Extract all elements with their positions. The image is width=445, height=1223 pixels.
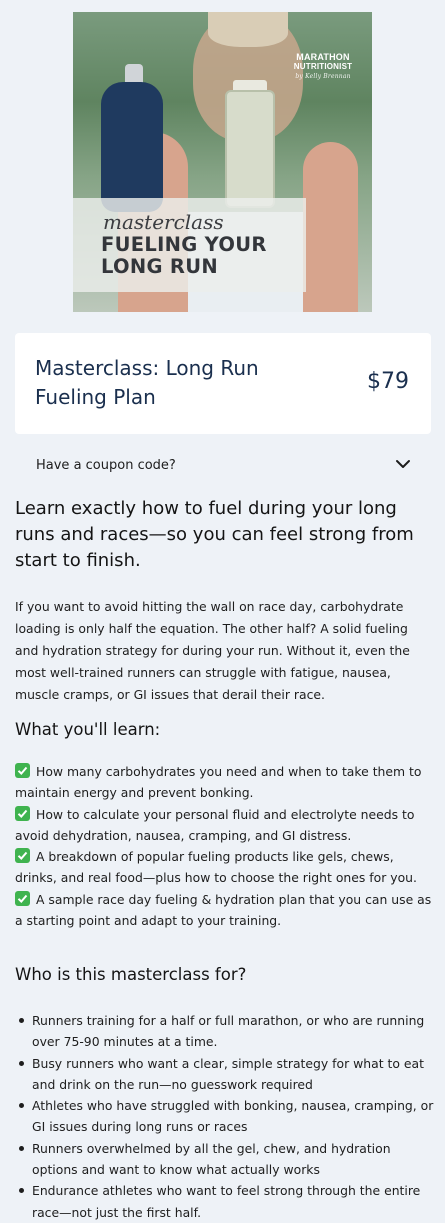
intro-heading: Learn exactly how to fuel during your lo… <box>15 498 414 571</box>
who-heading: Who is this masterclass for? <box>15 965 247 984</box>
list-item-text: Endurance athletes who want to feel stro… <box>32 1183 421 1220</box>
bullet-icon <box>19 1018 24 1023</box>
learn-list: How many carbohydrates you need and when… <box>15 761 435 931</box>
product-price: $79 <box>367 369 409 394</box>
product-hero-image: MARATHON NUTRITIONIST by Kelly Brennan m… <box>73 12 372 312</box>
list-item: Athletes who have struggled with bonking… <box>15 1095 435 1138</box>
learn-item: A breakdown of popular fueling products … <box>15 846 435 889</box>
hero-script-word: masterclass <box>103 210 224 234</box>
who-list: Runners training for a half or full mara… <box>15 1010 435 1223</box>
check-mark-icon <box>15 805 30 821</box>
runner-hair <box>208 12 288 47</box>
intro-paragraph: If you want to avoid hitting the wall on… <box>15 599 410 702</box>
list-item-text: Athletes who have struggled with bonking… <box>32 1098 434 1135</box>
product-title: Masterclass: Long Run Fueling Plan <box>35 356 259 409</box>
bullet-icon <box>19 1060 24 1066</box>
brand-line2: NUTRITIONIST <box>293 62 353 71</box>
chevron-down-icon[interactable] <box>395 457 411 471</box>
list-item-text: Runners overwhelmed by all the gel, chew… <box>32 1140 391 1178</box>
learn-item-text: How many carbohydrates you need and when… <box>15 764 422 801</box>
learn-heading: What you'll learn: <box>15 720 161 739</box>
list-item-text: Busy runners who want a clear, simple st… <box>32 1055 424 1092</box>
learn-item-text: How to calculate your personal fluid and… <box>15 806 415 843</box>
hero-headline: FUELING YOUR LONG RUN <box>101 234 311 278</box>
gel-bottle <box>225 90 275 208</box>
brand-script: by Kelly Brennan <box>295 73 351 80</box>
bullet-icon <box>19 1103 24 1109</box>
check-mark-icon <box>15 848 30 864</box>
learn-item: How to calculate your personal fluid and… <box>15 804 435 847</box>
learn-item: How many carbohydrates you need and when… <box>15 761 435 804</box>
coupon-toggle[interactable]: Have a coupon code? <box>15 448 431 482</box>
learn-item-text: A breakdown of popular fueling products … <box>15 849 417 886</box>
list-item-text: Runners training for a half or full mara… <box>32 1013 425 1050</box>
soft-flask-bottle <box>101 82 163 212</box>
product-card: Masterclass: Long Run Fueling Plan $79 <box>15 333 431 434</box>
hero-headline-line1: FUELING YOUR <box>101 233 267 256</box>
bullet-icon <box>19 1145 24 1151</box>
brand-line1: MARATHON <box>296 52 350 62</box>
learn-item: A sample race day fueling & hydration pl… <box>15 889 435 932</box>
coupon-label: Have a coupon code? <box>36 458 176 473</box>
bullet-icon <box>19 1188 24 1194</box>
hero-headline-line2: LONG RUN <box>101 255 218 278</box>
check-mark-icon <box>15 763 30 778</box>
list-item: Endurance athletes who want to feel stro… <box>15 1180 435 1223</box>
list-item: Runners overwhelmed by all the gel, chew… <box>15 1138 435 1181</box>
learn-item-text: A sample race day fueling & hydration pl… <box>15 891 432 929</box>
list-item: Busy runners who want a clear, simple st… <box>15 1053 435 1096</box>
list-item: Runners training for a half or full mara… <box>15 1010 435 1053</box>
runner-right-arm <box>303 142 358 312</box>
brand-logo: MARATHON NUTRITIONIST by Kelly Brennan <box>279 52 367 82</box>
check-mark-icon <box>15 890 30 906</box>
